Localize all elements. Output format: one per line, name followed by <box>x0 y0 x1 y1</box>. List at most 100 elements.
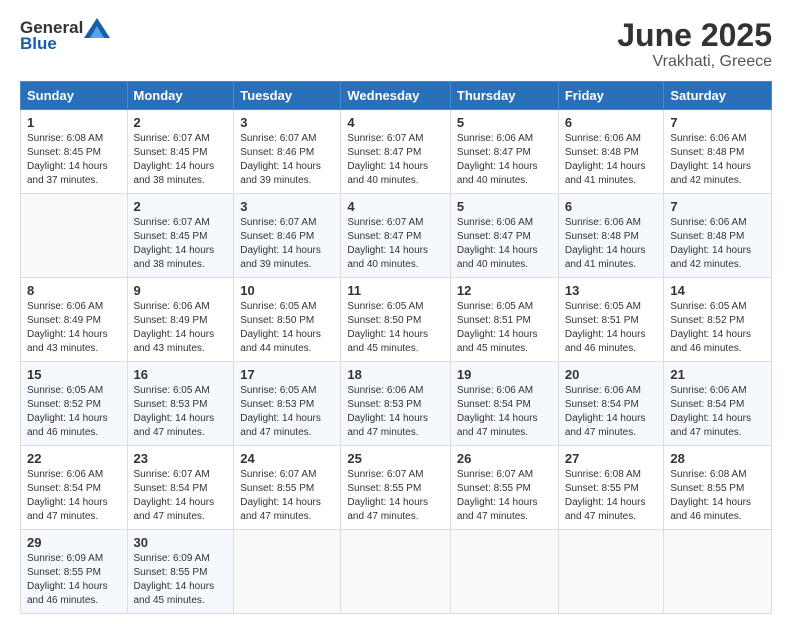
day-number: 19 <box>457 367 552 382</box>
table-row: 6 Sunrise: 6:06 AMSunset: 8:48 PMDayligh… <box>558 110 664 194</box>
calendar-title: June 2025 <box>617 18 772 53</box>
day-number: 24 <box>240 451 334 466</box>
table-row <box>558 530 664 614</box>
table-row: 22 Sunrise: 6:06 AMSunset: 8:54 PMDaylig… <box>21 446 128 530</box>
table-row: 25 Sunrise: 6:07 AMSunset: 8:55 PMDaylig… <box>341 446 451 530</box>
day-number: 23 <box>134 451 228 466</box>
day-number: 17 <box>240 367 334 382</box>
day-detail: Sunrise: 6:06 AMSunset: 8:49 PMDaylight:… <box>27 301 108 354</box>
col-thursday: Thursday <box>450 82 558 110</box>
table-row: 9 Sunrise: 6:06 AMSunset: 8:49 PMDayligh… <box>127 278 234 362</box>
table-row: 13 Sunrise: 6:05 AMSunset: 8:51 PMDaylig… <box>558 278 664 362</box>
day-detail: Sunrise: 6:06 AMSunset: 8:48 PMDaylight:… <box>565 133 646 186</box>
page: General Blue June 2025 Vrakhati, Greece … <box>0 0 792 624</box>
day-detail: Sunrise: 6:06 AMSunset: 8:54 PMDaylight:… <box>670 385 751 438</box>
day-number: 13 <box>565 283 658 298</box>
table-row: 26 Sunrise: 6:07 AMSunset: 8:55 PMDaylig… <box>450 446 558 530</box>
table-row <box>234 530 341 614</box>
day-detail: Sunrise: 6:07 AMSunset: 8:47 PMDaylight:… <box>347 217 428 270</box>
day-number: 25 <box>347 451 444 466</box>
table-row: 2 Sunrise: 6:07 AMSunset: 8:45 PMDayligh… <box>127 194 234 278</box>
table-row: 20 Sunrise: 6:06 AMSunset: 8:54 PMDaylig… <box>558 362 664 446</box>
calendar-week-row: 1 Sunrise: 6:08 AMSunset: 8:45 PMDayligh… <box>21 110 772 194</box>
day-detail: Sunrise: 6:07 AMSunset: 8:54 PMDaylight:… <box>134 469 215 522</box>
day-detail: Sunrise: 6:05 AMSunset: 8:50 PMDaylight:… <box>240 301 321 354</box>
calendar-week-row: 29 Sunrise: 6:09 AMSunset: 8:55 PMDaylig… <box>21 530 772 614</box>
table-row: 3 Sunrise: 6:07 AMSunset: 8:46 PMDayligh… <box>234 194 341 278</box>
day-detail: Sunrise: 6:06 AMSunset: 8:53 PMDaylight:… <box>347 385 428 438</box>
day-number: 1 <box>27 115 121 130</box>
calendar-week-row: 15 Sunrise: 6:05 AMSunset: 8:52 PMDaylig… <box>21 362 772 446</box>
calendar-week-row: 8 Sunrise: 6:06 AMSunset: 8:49 PMDayligh… <box>21 278 772 362</box>
day-number: 7 <box>670 115 765 130</box>
day-detail: Sunrise: 6:07 AMSunset: 8:47 PMDaylight:… <box>347 133 428 186</box>
day-number: 20 <box>565 367 658 382</box>
header: General Blue June 2025 Vrakhati, Greece <box>20 18 772 71</box>
day-number: 2 <box>134 115 228 130</box>
col-saturday: Saturday <box>664 82 772 110</box>
table-row: 7 Sunrise: 6:06 AMSunset: 8:48 PMDayligh… <box>664 110 772 194</box>
table-row: 10 Sunrise: 6:05 AMSunset: 8:50 PMDaylig… <box>234 278 341 362</box>
day-detail: Sunrise: 6:05 AMSunset: 8:52 PMDaylight:… <box>670 301 751 354</box>
day-detail: Sunrise: 6:06 AMSunset: 8:47 PMDaylight:… <box>457 133 538 186</box>
day-detail: Sunrise: 6:06 AMSunset: 8:48 PMDaylight:… <box>670 133 751 186</box>
table-row: 4 Sunrise: 6:07 AMSunset: 8:47 PMDayligh… <box>341 110 451 194</box>
table-row: 7 Sunrise: 6:06 AMSunset: 8:48 PMDayligh… <box>664 194 772 278</box>
day-number: 10 <box>240 283 334 298</box>
day-number: 16 <box>134 367 228 382</box>
day-number: 29 <box>27 535 121 550</box>
calendar-header-row: Sunday Monday Tuesday Wednesday Thursday… <box>21 82 772 110</box>
table-row: 1 Sunrise: 6:08 AMSunset: 8:45 PMDayligh… <box>21 110 128 194</box>
day-detail: Sunrise: 6:05 AMSunset: 8:53 PMDaylight:… <box>134 385 215 438</box>
table-row: 6 Sunrise: 6:06 AMSunset: 8:48 PMDayligh… <box>558 194 664 278</box>
day-number: 15 <box>27 367 121 382</box>
day-number: 4 <box>347 115 444 130</box>
day-number: 6 <box>565 115 658 130</box>
day-detail: Sunrise: 6:07 AMSunset: 8:55 PMDaylight:… <box>240 469 321 522</box>
table-row: 11 Sunrise: 6:05 AMSunset: 8:50 PMDaylig… <box>341 278 451 362</box>
day-detail: Sunrise: 6:05 AMSunset: 8:53 PMDaylight:… <box>240 385 321 438</box>
col-friday: Friday <box>558 82 664 110</box>
day-number: 11 <box>347 283 444 298</box>
day-detail: Sunrise: 6:06 AMSunset: 8:49 PMDaylight:… <box>134 301 215 354</box>
col-wednesday: Wednesday <box>341 82 451 110</box>
logo: General Blue <box>20 18 111 54</box>
table-row: 19 Sunrise: 6:06 AMSunset: 8:54 PMDaylig… <box>450 362 558 446</box>
day-detail: Sunrise: 6:06 AMSunset: 8:54 PMDaylight:… <box>565 385 646 438</box>
day-number: 7 <box>670 199 765 214</box>
calendar-week-row: 22 Sunrise: 6:06 AMSunset: 8:54 PMDaylig… <box>21 446 772 530</box>
table-row: 4 Sunrise: 6:07 AMSunset: 8:47 PMDayligh… <box>341 194 451 278</box>
calendar-table: Sunday Monday Tuesday Wednesday Thursday… <box>20 81 772 614</box>
day-number: 30 <box>134 535 228 550</box>
day-number: 9 <box>134 283 228 298</box>
calendar-week-row: 2 Sunrise: 6:07 AMSunset: 8:45 PMDayligh… <box>21 194 772 278</box>
calendar-subtitle: Vrakhati, Greece <box>617 53 772 71</box>
col-tuesday: Tuesday <box>234 82 341 110</box>
table-row: 27 Sunrise: 6:08 AMSunset: 8:55 PMDaylig… <box>558 446 664 530</box>
table-row: 28 Sunrise: 6:08 AMSunset: 8:55 PMDaylig… <box>664 446 772 530</box>
day-number: 3 <box>240 199 334 214</box>
day-detail: Sunrise: 6:07 AMSunset: 8:45 PMDaylight:… <box>134 133 215 186</box>
day-detail: Sunrise: 6:07 AMSunset: 8:45 PMDaylight:… <box>134 217 215 270</box>
day-number: 22 <box>27 451 121 466</box>
day-number: 26 <box>457 451 552 466</box>
day-detail: Sunrise: 6:08 AMSunset: 8:55 PMDaylight:… <box>670 469 751 522</box>
day-detail: Sunrise: 6:07 AMSunset: 8:46 PMDaylight:… <box>240 217 321 270</box>
day-number: 5 <box>457 115 552 130</box>
day-number: 6 <box>565 199 658 214</box>
day-detail: Sunrise: 6:06 AMSunset: 8:54 PMDaylight:… <box>457 385 538 438</box>
table-row: 23 Sunrise: 6:07 AMSunset: 8:54 PMDaylig… <box>127 446 234 530</box>
table-row: 5 Sunrise: 6:06 AMSunset: 8:47 PMDayligh… <box>450 194 558 278</box>
day-detail: Sunrise: 6:06 AMSunset: 8:48 PMDaylight:… <box>670 217 751 270</box>
table-row: 16 Sunrise: 6:05 AMSunset: 8:53 PMDaylig… <box>127 362 234 446</box>
table-row: 8 Sunrise: 6:06 AMSunset: 8:49 PMDayligh… <box>21 278 128 362</box>
day-number: 3 <box>240 115 334 130</box>
day-number: 4 <box>347 199 444 214</box>
day-detail: Sunrise: 6:05 AMSunset: 8:52 PMDaylight:… <box>27 385 108 438</box>
table-row <box>450 530 558 614</box>
title-block: June 2025 Vrakhati, Greece <box>617 18 772 71</box>
table-row: 18 Sunrise: 6:06 AMSunset: 8:53 PMDaylig… <box>341 362 451 446</box>
table-row: 17 Sunrise: 6:05 AMSunset: 8:53 PMDaylig… <box>234 362 341 446</box>
table-row: 5 Sunrise: 6:06 AMSunset: 8:47 PMDayligh… <box>450 110 558 194</box>
day-detail: Sunrise: 6:07 AMSunset: 8:55 PMDaylight:… <box>347 469 428 522</box>
